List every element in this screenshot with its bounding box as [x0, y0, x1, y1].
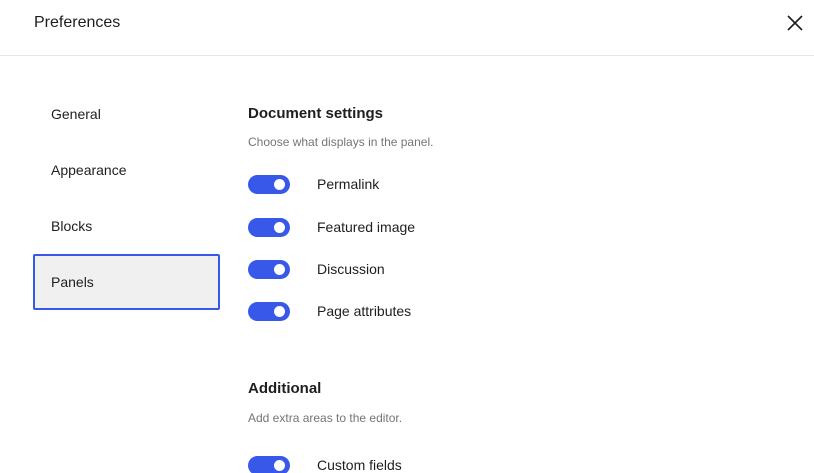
document-settings-description: Choose what displays in the panel.: [248, 135, 434, 149]
featured-image-toggle[interactable]: [248, 217, 290, 237]
preferences-modal: Preferences General Appearance Blocks Pa…: [0, 0, 814, 473]
nav-item-appearance[interactable]: Appearance: [33, 142, 220, 198]
toggle-knob: [274, 263, 285, 275]
nav-item-label: Panels: [51, 274, 94, 290]
toggle-row-custom-fields: Custom fields: [248, 455, 402, 473]
document-settings-title: Document settings: [248, 105, 384, 122]
toggle-knob: [274, 178, 285, 190]
preferences-nav: General Appearance Blocks Panels: [33, 86, 220, 310]
toggle-label: Featured image: [317, 219, 416, 235]
toggle-label: Permalink: [317, 176, 380, 192]
toggle-label: Page attributes: [317, 303, 412, 319]
additional-description: Add extra areas to the editor.: [248, 411, 403, 425]
nav-item-label: Appearance: [51, 162, 127, 178]
close-icon: [787, 15, 803, 31]
modal-header: Preferences: [0, 0, 814, 56]
toggle-knob: [274, 305, 285, 317]
toggle-row-discussion: Discussion: [248, 259, 385, 279]
toggle-knob: [274, 459, 285, 471]
modal-title: Preferences: [34, 14, 121, 31]
nav-item-label: Blocks: [51, 218, 93, 234]
close-button[interactable]: [782, 10, 808, 36]
toggle-row-page-attributes: Page attributes: [248, 301, 411, 321]
nav-item-general[interactable]: General: [33, 86, 220, 142]
additional-title: Additional: [248, 380, 322, 397]
toggle-label: Discussion: [317, 261, 385, 277]
nav-item-panels[interactable]: Panels: [33, 254, 220, 310]
toggle-knob: [274, 221, 285, 233]
toggle-row-featured-image: Featured image: [248, 217, 415, 237]
permalink-toggle[interactable]: [248, 174, 290, 194]
toggle-row-permalink: Permalink: [248, 174, 379, 194]
toggle-label: Custom fields: [317, 457, 402, 473]
nav-item-blocks[interactable]: Blocks: [33, 198, 220, 254]
discussion-toggle[interactable]: [248, 259, 290, 279]
page-attributes-toggle[interactable]: [248, 301, 290, 321]
custom-fields-toggle[interactable]: [248, 455, 290, 473]
nav-item-label: General: [51, 106, 101, 122]
